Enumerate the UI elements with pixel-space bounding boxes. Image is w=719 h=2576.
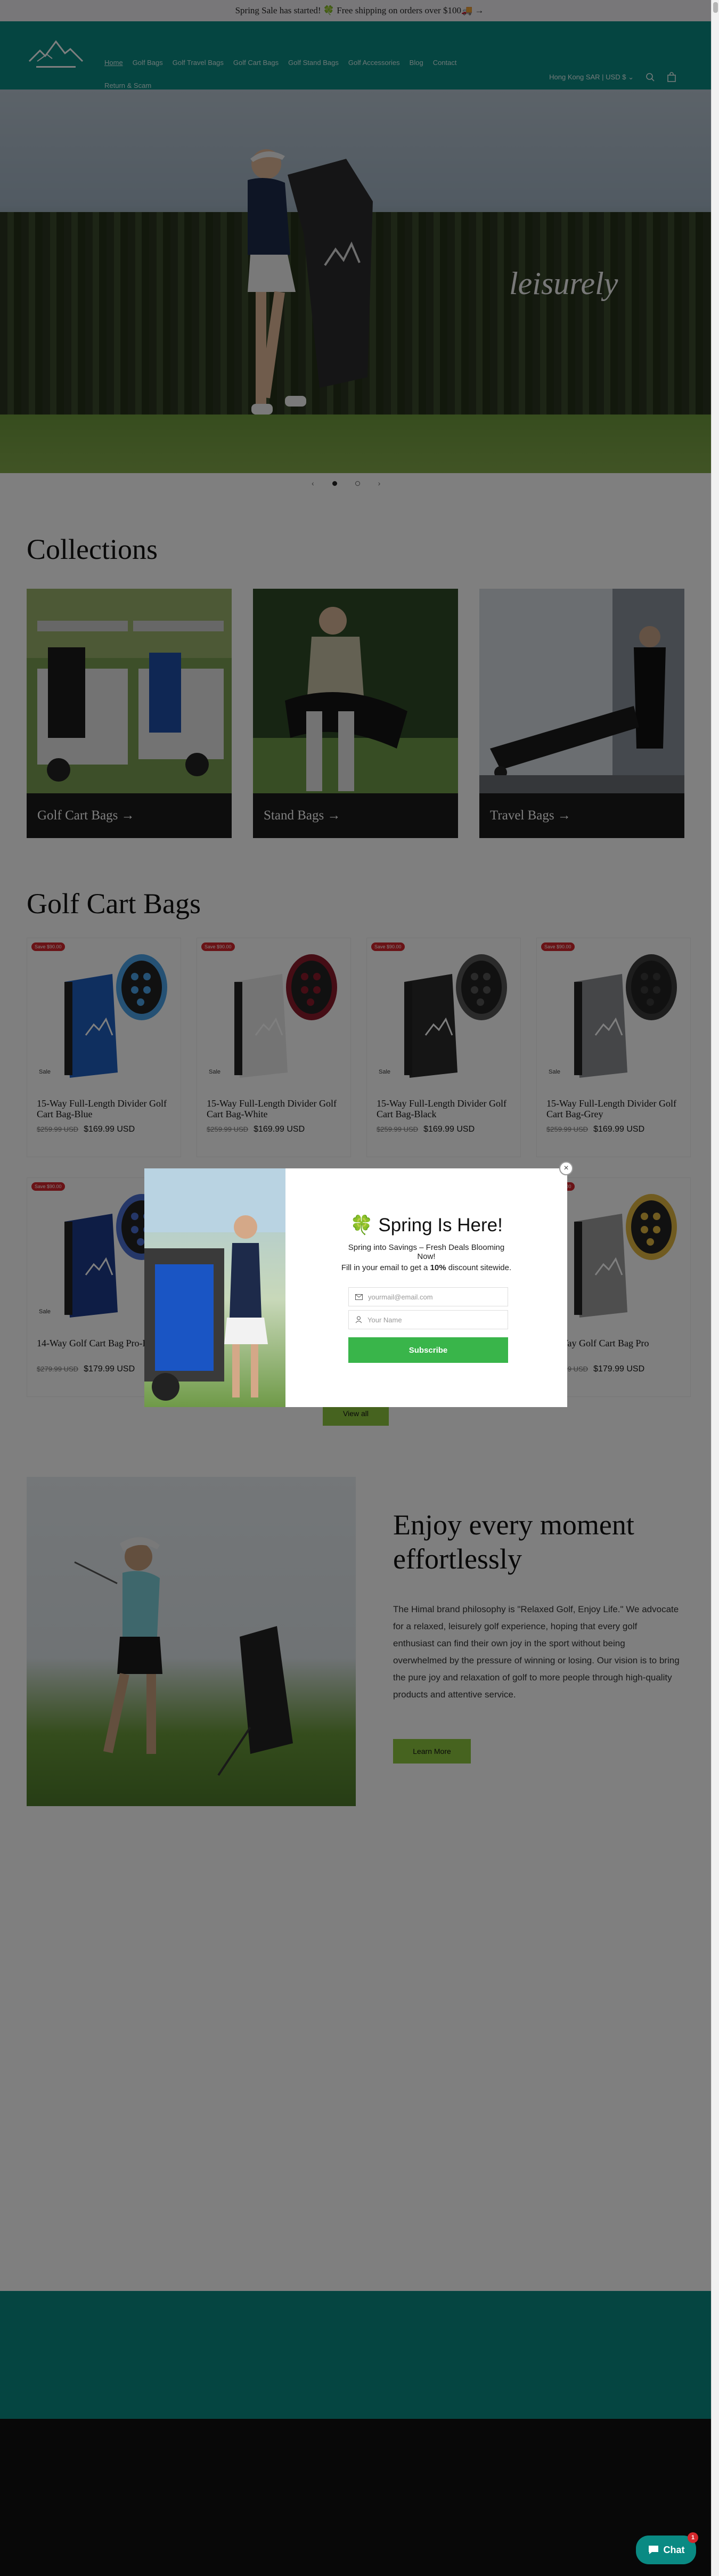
name-field[interactable]: Your Name [348, 1310, 508, 1329]
mail-icon [355, 1294, 363, 1300]
subscribe-button[interactable]: Subscribe [348, 1337, 508, 1363]
popup-title: 🍀 Spring Is Here! [350, 1215, 503, 1236]
popup-desc-suffix: discount sitewide. [446, 1263, 512, 1272]
chat-button[interactable]: Chat 1 [636, 2532, 698, 2564]
popup-subtitle: Spring into Savings – Fresh Deals Bloomi… [348, 1243, 505, 1261]
spring-popup: 🍀 Spring Is Here! Spring into Savings – … [144, 1168, 567, 1407]
email-field[interactable]: yourmail@email.com [348, 1287, 508, 1306]
popup-golfer-cart-image [144, 1168, 285, 1407]
popup-discount-value: 10% [430, 1263, 446, 1272]
chat-label: Chat [663, 2544, 685, 2555]
name-placeholder: Your Name [367, 1315, 402, 1324]
user-icon [355, 1316, 362, 1323]
chat-bubble-icon [648, 2546, 658, 2554]
popup-description: Fill in your email to get a 10% discount… [285, 1263, 567, 1272]
scrollbar-thumb[interactable] [713, 2, 718, 13]
email-placeholder: yourmail@email.com [368, 1293, 433, 1301]
chat-unread-badge: 1 [688, 2532, 698, 2543]
page-scrollbar[interactable] [711, 0, 719, 2576]
close-icon[interactable]: × [559, 1161, 573, 1175]
popup-desc-prefix: Fill in your email to get a [341, 1263, 430, 1272]
